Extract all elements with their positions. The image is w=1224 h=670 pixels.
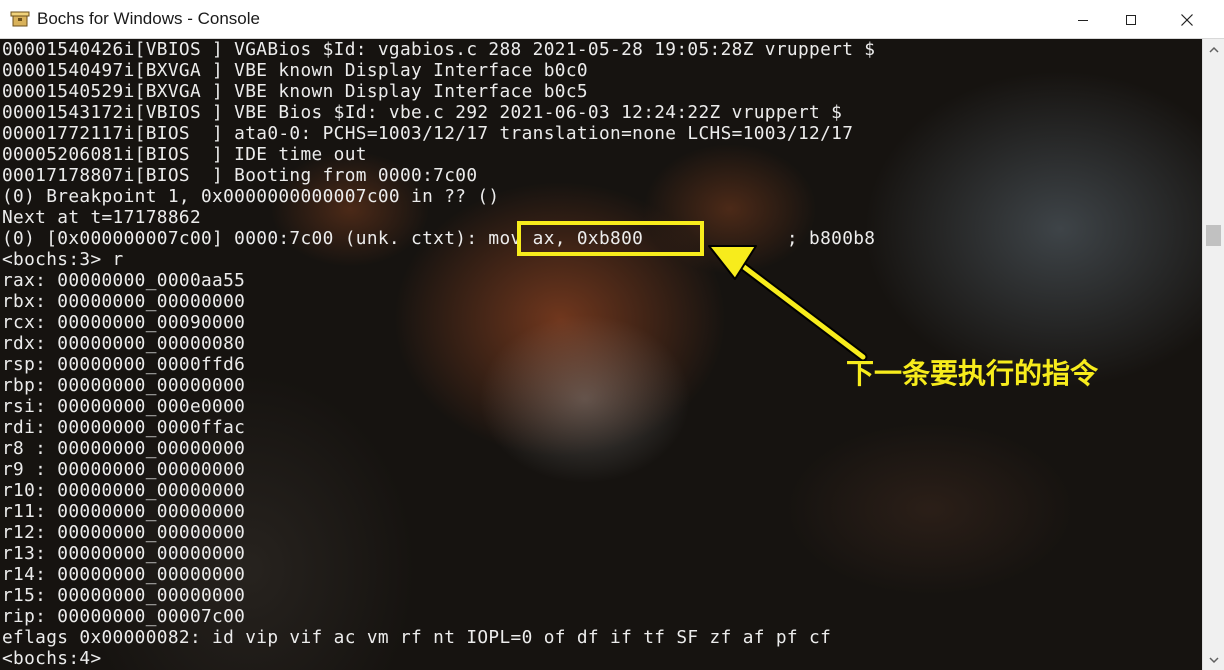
vertical-scrollbar[interactable]: [1202, 39, 1224, 670]
maximize-icon: [1126, 14, 1136, 25]
scroll-down-arrow-icon: [1208, 656, 1219, 663]
bochs-app-icon[interactable]: [10, 9, 30, 29]
scroll-up-arrow-icon: [1208, 46, 1219, 53]
close-icon: [1181, 13, 1193, 26]
scroll-thumb[interactable]: [1206, 225, 1221, 246]
scroll-down-button[interactable]: [1203, 649, 1224, 670]
title-bar[interactable]: Bochs for Windows - Console: [0, 0, 1224, 39]
close-button[interactable]: [1164, 0, 1210, 39]
console-output[interactable]: 00001540426i[VBIOS ] VGABios $Id: vgabio…: [0, 39, 1202, 670]
minimize-icon: [1078, 19, 1088, 21]
minimize-button[interactable]: [1060, 0, 1106, 39]
annotation-label: 下一条要执行的指令: [846, 357, 1099, 390]
console-window: Bochs for Windows - Console 00001540426i…: [0, 0, 1224, 670]
maximize-button[interactable]: [1108, 0, 1154, 39]
scroll-up-button[interactable]: [1203, 39, 1224, 60]
window-title: Bochs for Windows - Console: [37, 9, 260, 28]
